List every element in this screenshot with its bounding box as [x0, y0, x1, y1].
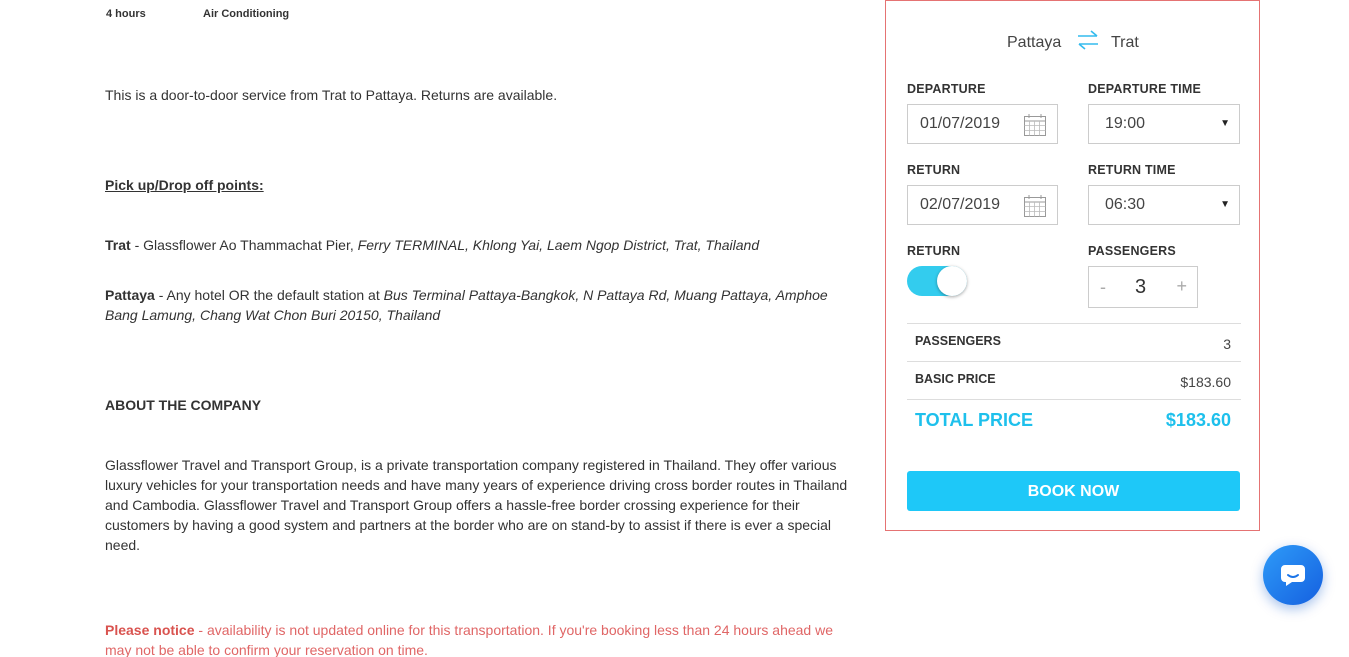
- amenity-label: Air Conditioning: [203, 8, 290, 20]
- pickup-point-pattaya-name: Pattaya: [105, 287, 155, 303]
- pickup-point-trat: Trat - Glassflower Ao Thammachat Pier, F…: [105, 235, 850, 255]
- swap-arrows-icon[interactable]: [1075, 30, 1101, 50]
- intro-text: This is a door-to-door service from Trat…: [105, 87, 558, 103]
- passengers-stepper[interactable]: - 3 +: [1088, 266, 1198, 308]
- basic-price-value: $183.60: [1180, 374, 1231, 390]
- chevron-down-icon: ▼: [1220, 199, 1230, 210]
- pickup-point-trat-place: - Glassflower Ao Thammachat Pier,: [130, 237, 358, 253]
- calendar-icon[interactable]: [1023, 194, 1047, 218]
- calendar-icon[interactable]: [1023, 113, 1047, 137]
- summary-row-passengers: PASSENGERS 3: [907, 323, 1241, 361]
- book-now-button[interactable]: BOOK NOW: [907, 471, 1240, 511]
- return-time-label: RETURN TIME: [1088, 163, 1176, 177]
- notice-text: - availability is not updated online for…: [105, 622, 834, 657]
- pickup-heading: Pick up/Drop off points:: [105, 177, 264, 193]
- summary-row-total: TOTAL PRICE $183.60: [907, 399, 1241, 439]
- pickup-point-trat-address: Ferry TERMINAL, Khlong Yai, Laem Ngop Di…: [357, 237, 760, 253]
- return-date-value: 02/07/2019: [920, 196, 1001, 213]
- total-price-value: $183.60: [1165, 410, 1231, 430]
- departure-time-value: 19:00: [1105, 115, 1146, 132]
- return-label: RETURN: [907, 163, 961, 177]
- availability-notice: Please notice - availability is not upda…: [105, 620, 850, 657]
- chat-icon: [1281, 565, 1305, 586]
- departure-time-select[interactable]: 19:00 ▼: [1088, 104, 1240, 144]
- booking-panel: Pattaya Trat DEPARTURE 01/07/2019 DEPART…: [885, 0, 1260, 531]
- increment-button[interactable]: +: [1176, 276, 1187, 297]
- decrement-button[interactable]: -: [1100, 277, 1106, 298]
- return-time-value: 06:30: [1105, 196, 1146, 213]
- chat-button[interactable]: [1263, 545, 1323, 605]
- passengers-count: 3: [1135, 276, 1147, 298]
- departure-label: DEPARTURE: [907, 82, 986, 96]
- pickup-point-trat-name: Trat: [105, 237, 131, 253]
- summary-row-basic-price: BASIC PRICE $183.60: [907, 361, 1241, 399]
- return-toggle[interactable]: [907, 266, 967, 296]
- return-time-select[interactable]: 06:30 ▼: [1088, 185, 1240, 225]
- route-from: Pattaya: [1007, 34, 1062, 51]
- route-to: Trat: [1111, 34, 1139, 51]
- about-text: Glassflower Travel and Transport Group, …: [105, 457, 848, 553]
- passengers-label: PASSENGERS: [1088, 244, 1176, 258]
- summary-passengers-label: PASSENGERS: [915, 334, 1001, 348]
- chevron-down-icon: ▼: [1220, 118, 1230, 129]
- about-heading: ABOUT THE COMPANY: [105, 397, 262, 413]
- pickup-point-pattaya: Pattaya - Any hotel OR the default stati…: [105, 285, 850, 325]
- departure-date-input[interactable]: 01/07/2019: [907, 104, 1058, 144]
- return-toggle-label: RETURN: [907, 244, 961, 258]
- pickup-point-pattaya-place: - Any hotel OR the default station at: [154, 287, 384, 303]
- departure-time-label: DEPARTURE TIME: [1088, 82, 1201, 96]
- toggle-knob: [937, 266, 967, 296]
- departure-date-value: 01/07/2019: [920, 115, 1001, 132]
- total-price-label: TOTAL PRICE: [915, 410, 1034, 430]
- return-date-input[interactable]: 02/07/2019: [907, 185, 1058, 225]
- summary-passengers-value: 3: [1223, 336, 1231, 352]
- duration-label: 4 hours: [106, 8, 146, 20]
- notice-label: Please notice: [105, 622, 195, 638]
- basic-price-label: BASIC PRICE: [915, 372, 996, 386]
